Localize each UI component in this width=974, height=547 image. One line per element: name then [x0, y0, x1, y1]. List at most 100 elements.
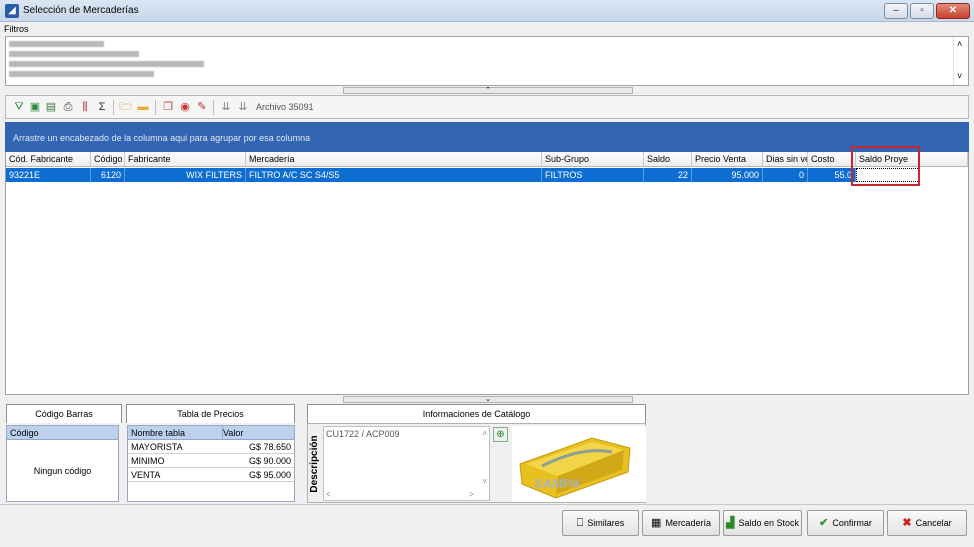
price-name: MAYORISTA — [131, 442, 183, 452]
similares-icon: ⎕ — [576, 517, 584, 529]
prices-header-name: Nombre tabla — [131, 428, 186, 438]
toolbar-separator — [155, 100, 156, 115]
toolbar: ⛛ ▣ ▤ ⎙ ⫼ Σ 🗁 ▬ ❐ ◉ ✎ ⇊ ⇊ Archivo 35091 — [5, 95, 969, 119]
confirmar-label: Confirmar — [832, 518, 872, 528]
column-header[interactable]: Cód. Fabricante — [6, 152, 91, 167]
splitter-handle[interactable]: ⌃ — [343, 87, 633, 94]
column-header[interactable]: Dias sin ve — [763, 152, 808, 167]
price-value: G$ 95.000 — [248, 470, 291, 480]
scroll-right-icon[interactable]: > — [469, 490, 474, 499]
blurred-text — [9, 41, 104, 47]
price-row[interactable]: MAYORISTA G$ 78.650 — [128, 440, 294, 454]
export-icon[interactable]: ▣ — [28, 100, 42, 114]
scroll-down-icon[interactable]: ˅ — [482, 477, 487, 486]
mercaderia-button[interactable]: ▦ Mercadería — [642, 510, 720, 536]
grid-cell[interactable]: 0 — [763, 168, 808, 182]
app-icon: ◢ — [5, 4, 19, 18]
cancelar-button[interactable]: ✖ Cancelar — [887, 510, 967, 536]
catalog-panel: Descripción CU1722 / ACP009 ˄ ˅ < > ⊕ SA… — [307, 423, 646, 503]
blurred-text — [9, 51, 139, 57]
chart-icon: ▟ — [725, 517, 735, 529]
title-bar: ◢ Selección de Mercaderías – ▫ ✕ — [0, 0, 974, 22]
price-value: G$ 78.650 — [248, 442, 291, 452]
edit-icon[interactable]: ✎ — [195, 100, 209, 114]
sampa-logo: SAMPA — [534, 476, 580, 491]
open-folder-icon[interactable]: 🗁 — [119, 100, 133, 114]
column-header[interactable]: Código — [91, 152, 125, 167]
collapse-all-icon[interactable]: ⇊ — [236, 100, 250, 114]
cancelar-label: Cancelar — [915, 518, 952, 528]
data-grid[interactable]: Cód. Fabricante Código Fabricante Mercad… — [5, 152, 969, 395]
grid-cell[interactable]: WIX FILTERS — [125, 168, 246, 182]
blurred-text — [9, 61, 204, 67]
toolbar-separator — [113, 100, 114, 115]
description-label: Descripción — [309, 435, 320, 493]
scroll-down-icon[interactable]: ˅ — [957, 71, 962, 81]
confirmar-button[interactable]: ✔ Confirmar — [807, 510, 884, 536]
prices-header-value: Valor — [222, 426, 244, 440]
description-text: CU1722 / ACP009 — [326, 429, 400, 439]
copy-icon[interactable]: ❐ — [161, 100, 175, 114]
similares-label: Similares — [587, 518, 625, 528]
grid-cell[interactable]: 93221E — [6, 168, 91, 182]
record-icon[interactable]: ◉ — [178, 100, 192, 114]
toolbar-separator — [213, 100, 214, 115]
similares-button[interactable]: ⎕ Similares — [562, 510, 639, 536]
close-button[interactable]: ✕ — [936, 3, 970, 19]
tab-codigo-barras[interactable]: Código Barras — [6, 404, 122, 423]
group-by-panel[interactable]: Arrastre un encabezado de la columna aqu… — [5, 122, 969, 152]
zoom-icon[interactable]: ⊕ — [493, 427, 508, 442]
price-name: MINIMO — [131, 456, 165, 466]
description-textarea[interactable]: CU1722 / ACP009 ˄ ˅ < > — [323, 426, 490, 501]
window-title: Selección de Mercaderías — [23, 5, 139, 16]
scroll-up-icon[interactable]: ˄ — [957, 39, 962, 49]
grid-cell[interactable]: 22 — [644, 168, 692, 182]
price-name: VENTA — [131, 470, 161, 480]
column-header[interactable]: Costo — [808, 152, 856, 167]
mercaderia-icon: ▦ — [651, 517, 662, 529]
scroll-up-icon[interactable]: ˄ — [482, 429, 487, 438]
scroll-left-icon[interactable]: < — [326, 490, 331, 499]
column-header[interactable]: Saldo — [644, 152, 692, 167]
saldo-stock-button[interactable]: ▟ Saldo en Stock — [723, 510, 802, 536]
price-value: G$ 90.000 — [248, 456, 291, 466]
barcode-header: Código — [7, 426, 118, 440]
preview-icon[interactable]: ▤ — [44, 100, 58, 114]
column-header[interactable]: Mercadería — [246, 152, 542, 167]
filter-icon[interactable]: ⛛ — [12, 100, 26, 114]
column-header[interactable]: Precio Venta — [692, 152, 763, 167]
columns-icon[interactable]: ⫼ — [78, 100, 92, 114]
expand-all-icon[interactable]: ⇊ — [219, 100, 233, 114]
grid-cell[interactable]: FILTROS — [542, 168, 644, 182]
tab-tabla-precios[interactable]: Tabla de Precios — [126, 404, 295, 423]
prices-header: Nombre tabla Valor — [128, 426, 294, 440]
grid-cell[interactable]: 95.000 — [692, 168, 763, 182]
grid-cell[interactable]: FILTRO A/C SC S4/S5 — [246, 168, 542, 182]
sum-icon[interactable]: Σ — [95, 100, 109, 114]
group-by-hint: Arrastre un encabezado de la columna aqu… — [13, 133, 311, 143]
grid-cell[interactable]: 6120 — [91, 168, 125, 182]
archivo-label: Archivo 35091 — [256, 102, 314, 112]
column-header[interactable]: Sub-Grupo — [542, 152, 644, 167]
prices-panel: Nombre tabla Valor MAYORISTA G$ 78.650 M… — [127, 425, 295, 502]
minimize-button[interactable]: – — [884, 3, 908, 19]
saldo-stock-label: Saldo en Stock — [738, 518, 799, 528]
tab-info-catalogo[interactable]: Informaciones de Catálogo — [307, 404, 646, 423]
grid-cell[interactable]: 55.0 — [808, 168, 856, 182]
filters-scrollbar[interactable]: ˄ ˅ — [953, 37, 968, 85]
price-row[interactable]: VENTA G$ 95.000 — [128, 468, 294, 482]
column-header-empty — [920, 152, 968, 167]
maximize-button[interactable]: ▫ — [910, 3, 934, 19]
filters-textarea[interactable]: ˄ ˅ — [5, 36, 969, 86]
splitter-handle[interactable]: ⌄ — [343, 396, 633, 403]
price-row[interactable]: MINIMO G$ 90.000 — [128, 454, 294, 468]
checkmark-icon: ✔ — [819, 517, 829, 529]
highlight-annotation — [851, 146, 920, 186]
cancel-x-icon: ✖ — [902, 517, 912, 529]
print-icon[interactable]: ⎙ — [61, 100, 75, 114]
barcode-panel: Código Ningun código — [6, 425, 119, 502]
barcode-empty-text: Ningun código — [33, 466, 92, 476]
folder-icon[interactable]: ▬ — [136, 100, 150, 114]
blurred-text — [9, 71, 154, 77]
column-header[interactable]: Fabricante — [125, 152, 246, 167]
